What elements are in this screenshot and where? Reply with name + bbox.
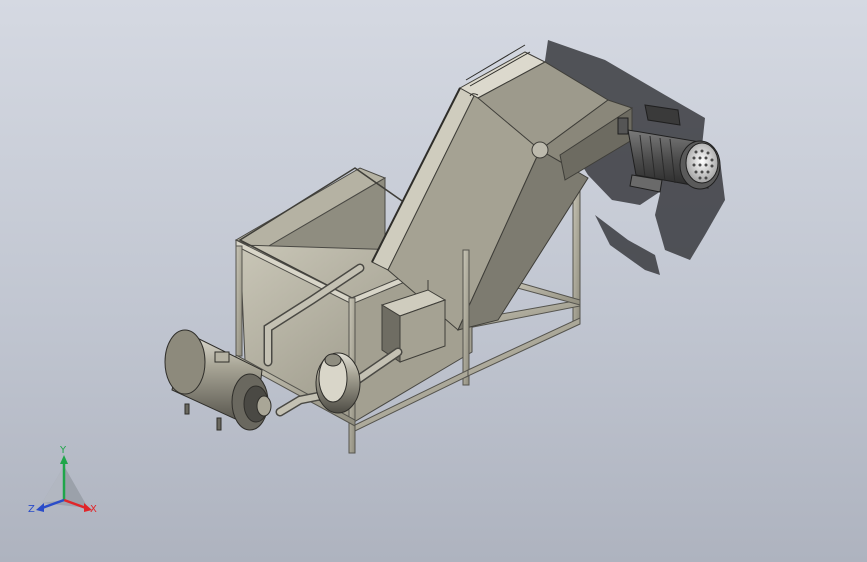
y-axis-arrow-icon	[60, 455, 68, 464]
triad-z-label: Z	[28, 504, 35, 515]
z-axis-arrow-icon	[36, 503, 44, 512]
orientation-triad[interactable]: Y X Z	[24, 445, 104, 523]
cad-viewport[interactable]: Y X Z	[0, 0, 867, 562]
assembly-3d-view[interactable]	[0, 0, 867, 562]
triad-x-label: X	[90, 504, 97, 515]
strainer	[315, 352, 361, 414]
triad-y-label: Y	[60, 445, 67, 456]
